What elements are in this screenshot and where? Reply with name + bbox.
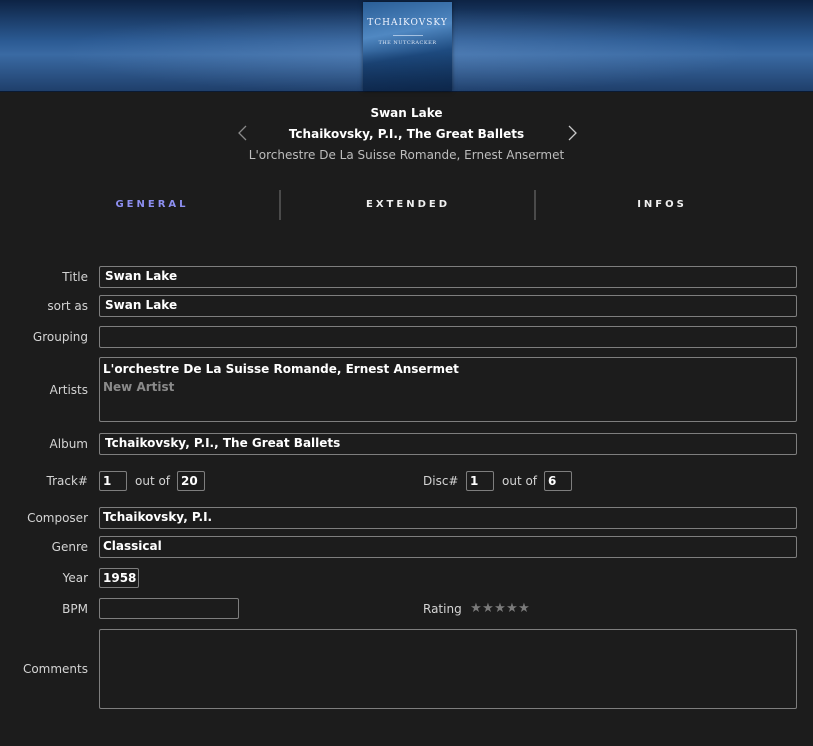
star-icon[interactable]: ★ xyxy=(470,601,482,617)
year-label: Year xyxy=(62,571,88,585)
cover-divider xyxy=(393,35,423,36)
disc-number-field[interactable]: 1 xyxy=(466,471,494,491)
comments-field[interactable] xyxy=(99,629,797,709)
album-label: Album xyxy=(49,437,88,451)
header-artist: L'orchestre De La Suisse Romande, Ernest… xyxy=(248,148,565,162)
disc-label: Disc# xyxy=(423,474,459,488)
star-icon[interactable]: ★ xyxy=(482,601,494,617)
new-artist-placeholder[interactable]: New Artist xyxy=(100,380,796,394)
artists-list[interactable]: L'orchestre De La Suisse Romande, Ernest… xyxy=(99,357,797,422)
artist-item[interactable]: L'orchestre De La Suisse Romande, Ernest… xyxy=(100,358,796,380)
chevron-right-icon xyxy=(568,125,577,141)
tab-bar: GENERAL EXTENDED INFOS xyxy=(0,190,813,220)
sort-as-field[interactable]: Swan Lake xyxy=(99,295,797,317)
star-icon[interactable]: ★ xyxy=(518,601,530,617)
bpm-label: BPM xyxy=(62,602,88,616)
disc-out-of-label: out of xyxy=(502,474,538,488)
sort-as-label: sort as xyxy=(47,299,88,313)
genre-field[interactable]: Classical xyxy=(99,536,797,558)
artists-label: Artists xyxy=(49,383,88,397)
title-label: Title xyxy=(62,270,88,284)
previous-track-button[interactable] xyxy=(236,124,250,142)
composer-label: Composer xyxy=(27,511,88,525)
title-field[interactable]: Swan Lake xyxy=(99,266,797,288)
tab-extended[interactable]: EXTENDED xyxy=(281,190,535,220)
track-out-of-label: out of xyxy=(135,474,171,488)
star-icon[interactable]: ★ xyxy=(506,601,518,617)
track-label: Track# xyxy=(46,474,88,488)
comments-label: Comments xyxy=(22,662,88,676)
genre-label: Genre xyxy=(51,540,88,554)
composer-field[interactable]: Tchaikovsky, P.I. xyxy=(99,507,797,529)
cover-title: TCHAIKOVSKY xyxy=(367,18,448,28)
track-header: Swan Lake Tchaikovsky, P.I., The Great B… xyxy=(0,104,813,167)
cover-subtitle: THE NUTCRACKER xyxy=(378,40,437,46)
next-track-button[interactable] xyxy=(565,124,579,142)
year-field[interactable]: 1958 xyxy=(99,568,139,588)
tab-infos[interactable]: INFOS xyxy=(536,190,788,220)
grouping-label: Grouping xyxy=(32,330,88,344)
header-title: Swan Lake xyxy=(370,106,443,120)
cover-shading xyxy=(363,51,452,91)
rating-label: Rating xyxy=(423,602,462,616)
header-album: Tchaikovsky, P.I., The Great Ballets xyxy=(288,127,525,141)
grouping-field[interactable] xyxy=(99,326,797,348)
disc-total-field[interactable]: 6 xyxy=(544,471,572,491)
bpm-field[interactable] xyxy=(99,598,239,619)
tab-general[interactable]: GENERAL xyxy=(24,190,280,220)
album-field[interactable]: Tchaikovsky, P.I., The Great Ballets xyxy=(99,433,797,455)
track-total-field[interactable]: 20 xyxy=(177,471,205,491)
chevron-left-icon xyxy=(238,125,247,141)
rating-stars[interactable]: ★ ★ ★ ★ ★ xyxy=(470,601,530,617)
album-cover[interactable]: TCHAIKOVSKY THE NUTCRACKER xyxy=(363,2,452,91)
track-number-field[interactable]: 1 xyxy=(99,471,127,491)
star-icon[interactable]: ★ xyxy=(494,601,506,617)
